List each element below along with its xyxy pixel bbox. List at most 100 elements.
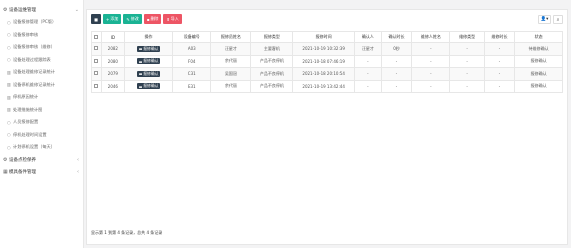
column-header[interactable]: 报修类型 bbox=[250, 31, 294, 43]
columns-button[interactable]: 👤▾ bbox=[538, 15, 551, 24]
column-header[interactable] bbox=[91, 31, 102, 43]
sidebar-group-molds[interactable]: ▦ 模具备件管理 ‹ bbox=[0, 166, 83, 178]
confirm-repair-button[interactable]: ▬ 报修确认 bbox=[136, 58, 161, 65]
column-header[interactable]: 确认人 bbox=[353, 31, 382, 43]
cell-repair-type: - bbox=[449, 79, 485, 93]
column-header[interactable]: 维修人姓名 bbox=[411, 31, 451, 43]
table-row[interactable]: 2046 ▬ 报修确认 E31 余代丽 产品不良停机 2021-10-19 13:42:44… bbox=[91, 79, 563, 93]
sidebar-item[interactable]: ○ 设备报修管理（PC版） bbox=[0, 16, 83, 29]
chevron-down-icon: ⌄ bbox=[74, 7, 79, 13]
cell-code: E31 bbox=[172, 79, 212, 93]
row-checkbox[interactable] bbox=[94, 46, 99, 51]
checkbox-cell bbox=[91, 42, 102, 56]
column-header[interactable]: 报修时间 bbox=[292, 31, 355, 43]
confirm-repair-button[interactable]: ▬ 报修确认 bbox=[136, 70, 161, 77]
table-row[interactable]: 2079 ▬ 报修确认 C31 吴国冠 产品不良停机 2021-10-18 20:10:54… bbox=[91, 67, 563, 81]
sidebar-item-label: 设备处理过程跟踪表 bbox=[13, 56, 51, 62]
sidebar-group-equipment-ops[interactable]: ⚙ 设备运维管理 ⌄ bbox=[0, 4, 83, 16]
operation-cell: ▬ 报修确认 bbox=[124, 67, 174, 81]
cell-repair-type: - bbox=[449, 42, 485, 56]
confirm-repair-button[interactable]: ▬ 报修确认 bbox=[136, 45, 161, 52]
cell-status: 报修确认 bbox=[514, 79, 563, 93]
card-icon: ▬ bbox=[138, 58, 143, 64]
cell-repairer: - bbox=[411, 42, 451, 56]
card-icon: ▬ bbox=[138, 83, 143, 89]
column-header[interactable]: 确认时长 bbox=[380, 31, 413, 43]
confirm-repair-label: 报修确认 bbox=[143, 45, 159, 51]
cell-code: C31 bbox=[172, 67, 212, 81]
column-header[interactable]: ID bbox=[100, 31, 126, 43]
sidebar-item[interactable]: ▥ 设备处理维修记录统计 bbox=[0, 66, 83, 79]
cell-time: 2021-10-18 07:46:19 bbox=[292, 54, 355, 68]
sidebar-item-label: 设备停机维修记录统计 bbox=[13, 81, 55, 87]
card-icon: ▬ bbox=[138, 71, 143, 77]
confirm-repair-button[interactable]: ▬ 报修确认 bbox=[136, 83, 161, 90]
import-label: 导入 bbox=[170, 16, 179, 21]
cell-name: 吴国冠 bbox=[210, 67, 252, 81]
sidebar-item[interactable]: ○ 设备处理过程跟踪表 bbox=[0, 54, 83, 67]
sidebar-item-label: 计划停机设置（每天） bbox=[13, 144, 55, 150]
edit-button[interactable]: ✎ 修改 bbox=[123, 14, 142, 24]
edit-label: 修改 bbox=[130, 16, 139, 21]
cell-confirmer: - bbox=[353, 54, 382, 68]
row-checkbox[interactable] bbox=[94, 71, 99, 76]
sidebar-item[interactable]: ○ 设备报修审核（维修） bbox=[0, 41, 83, 54]
sidebar-item[interactable]: ○ 设备报修审核 bbox=[0, 29, 83, 42]
cell-confirm-dur: - bbox=[380, 79, 413, 93]
checkbox-cell bbox=[91, 54, 102, 68]
trash-icon: ▪ bbox=[146, 16, 150, 22]
sidebar-group-label: 设备点检保养 bbox=[9, 157, 36, 163]
search-icon: ⌕ bbox=[556, 17, 560, 23]
search-button[interactable]: ⌕ bbox=[553, 15, 563, 24]
checkbox-cell bbox=[91, 67, 102, 81]
cell-id: 2046 bbox=[100, 79, 126, 93]
sidebar-item-label: 处理措施统计图 bbox=[13, 106, 43, 112]
sidebar-item-label: 设备报修审核 bbox=[13, 31, 39, 37]
sidebar-group-label: 模具备件管理 bbox=[9, 169, 36, 175]
cell-confirm-dur: - bbox=[380, 67, 413, 81]
operation-cell: ▬ 报修确认 bbox=[124, 79, 174, 93]
cell-name: 汪星才 bbox=[210, 42, 252, 56]
row-checkbox[interactable] bbox=[94, 58, 99, 63]
sidebar-group-inspection[interactable]: ⚙ 设备点检保养 ‹ bbox=[0, 154, 83, 166]
column-header[interactable]: 维修时长 bbox=[483, 31, 516, 43]
sidebar: ⚙ 设备运维管理 ⌄ ○ 设备报修管理（PC版） ○ 设备报修审核 ○ 设备报修审核（维修… bbox=[0, 0, 84, 248]
square-icon: ■ bbox=[94, 16, 98, 22]
select-all-checkbox[interactable] bbox=[94, 34, 99, 39]
sidebar-item[interactable]: ○ 计划停机设置（每天） bbox=[0, 141, 83, 154]
cell-repairer: - bbox=[411, 54, 451, 68]
cell-confirm-dur: - bbox=[380, 54, 413, 68]
cell-code: A03 bbox=[172, 42, 212, 56]
delete-button[interactable]: ▪ 删除 bbox=[143, 14, 162, 24]
sidebar-item[interactable]: ▥ 停机原因统计 bbox=[0, 91, 83, 104]
sidebar-item[interactable]: ○ 停机处理时间设置 bbox=[0, 129, 83, 142]
sidebar-item[interactable]: ▥ 设备停机维修记录统计 bbox=[0, 79, 83, 92]
column-header[interactable]: 维修类型 bbox=[449, 31, 485, 43]
add-button[interactable]: + 添加 bbox=[103, 14, 122, 24]
table-row[interactable]: 2082 ▬ 报修确认 A03 汪星才 主要客机 2021-10-19 10:32:39 汪星… bbox=[91, 42, 563, 56]
cell-type: 主要客机 bbox=[250, 42, 294, 56]
cell-code: F04 bbox=[172, 54, 212, 68]
toolbar: ■ + 添加 ✎ 修改 ▪ 删除 ⬆ 导入 bbox=[91, 14, 182, 24]
toggle-button[interactable]: ■ bbox=[91, 14, 101, 24]
cell-type: 产品不良停机 bbox=[250, 54, 294, 68]
sidebar-item[interactable]: ▥ 处理措施统计图 bbox=[0, 104, 83, 117]
column-header[interactable]: 操作 bbox=[124, 31, 174, 43]
repair-table: ID 操作 设备编号 报修员姓名 报修类型 报修时间 确认人 确认时长 维修人姓名 维修类型 维修时… bbox=[91, 31, 563, 93]
confirm-repair-label: 报修确认 bbox=[143, 58, 159, 64]
delete-label: 删除 bbox=[150, 16, 159, 21]
sidebar-item[interactable]: ○ 人员报修配置 bbox=[0, 116, 83, 129]
cell-repair-dur: - bbox=[483, 67, 516, 81]
import-button[interactable]: ⬆ 导入 bbox=[163, 14, 182, 24]
chevron-left-icon: ‹ bbox=[77, 168, 79, 175]
table-row[interactable]: 2080 ▬ 报修确认 F04 余代丽 产品不良停机 2021-10-18 07:46:19… bbox=[91, 54, 563, 68]
table-tools: 👤▾ ⌕ bbox=[538, 15, 563, 24]
column-header[interactable]: 设备编号 bbox=[172, 31, 212, 43]
pencil-icon: ✎ bbox=[126, 16, 130, 22]
column-header[interactable]: 报修员姓名 bbox=[210, 31, 252, 43]
confirm-repair-label: 报修确认 bbox=[143, 83, 159, 89]
column-header[interactable]: 状态 bbox=[514, 31, 563, 43]
operation-cell: ▬ 报修确认 bbox=[124, 42, 174, 56]
row-checkbox[interactable] bbox=[94, 83, 99, 88]
pagination-info: 显示第 1 到第 4 条记录，总共 4 条记录 bbox=[91, 230, 163, 235]
